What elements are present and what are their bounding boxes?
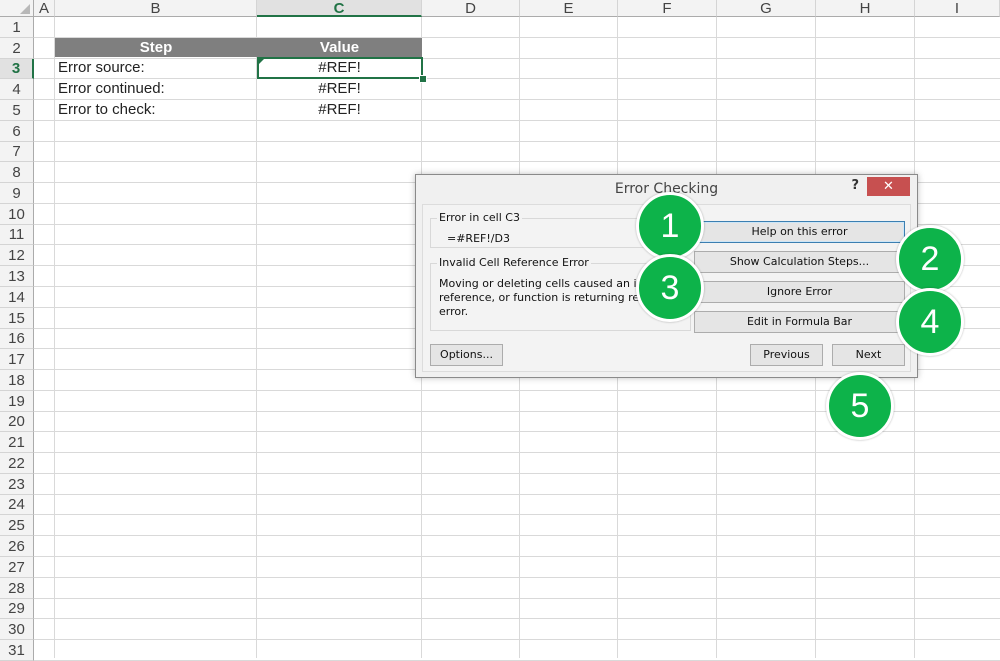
row-gridline [34, 639, 1000, 640]
error-formula: =#REF!/D3 [447, 232, 510, 245]
row-header-15[interactable]: 15 [0, 308, 34, 329]
error-type-label: Invalid Cell Reference Error [437, 256, 591, 269]
row-gridline [34, 120, 1000, 121]
row-header-24[interactable]: 24 [0, 495, 34, 515]
column-header-i[interactable]: I [915, 0, 1000, 17]
callout-badge-1: 1 [636, 192, 704, 260]
column-header-c[interactable]: C [257, 0, 422, 17]
row-header-5[interactable]: 5 [0, 100, 34, 121]
row-gridline [34, 494, 1000, 495]
row-header-21[interactable]: 21 [0, 432, 34, 453]
row-header-6[interactable]: 6 [0, 121, 34, 142]
options-button[interactable]: Options... [430, 344, 503, 366]
callout-badge-5: 5 [826, 372, 894, 440]
row-header-13[interactable]: 13 [0, 266, 34, 287]
row-gridline [34, 141, 1000, 142]
row-header-4[interactable]: 4 [0, 79, 34, 100]
row-gridline [34, 577, 1000, 578]
row-header-29[interactable]: 29 [0, 599, 34, 619]
row-header-10[interactable]: 10 [0, 204, 34, 225]
error-indicator-icon[interactable] [259, 59, 264, 64]
cell-b5[interactable]: Error to check: [58, 100, 256, 120]
row-header-7[interactable]: 7 [0, 142, 34, 162]
fill-handle[interactable] [419, 75, 427, 83]
active-cell-border [257, 57, 423, 79]
row-header-30[interactable]: 30 [0, 619, 34, 640]
row-header-17[interactable]: 17 [0, 349, 34, 370]
desc-line-1: Moving or deleting cells caused an inval… [439, 277, 639, 290]
close-icon[interactable]: ✕ [867, 177, 910, 196]
row-header-26[interactable]: 26 [0, 536, 34, 557]
row-header-2[interactable]: 2 [0, 38, 34, 59]
error-cell-label: Error in cell C3 [437, 211, 522, 224]
row-gridline [34, 618, 1000, 619]
callout-badge-2: 2 [896, 225, 964, 293]
row-gridline [34, 598, 1000, 599]
column-header-f[interactable]: F [618, 0, 717, 17]
row-header-1[interactable]: 1 [0, 17, 34, 38]
ignore-error-button[interactable]: Ignore Error [694, 281, 905, 303]
previous-button[interactable]: Previous [750, 344, 823, 366]
header-step[interactable]: Step [55, 38, 257, 57]
row-header-20[interactable]: 20 [0, 412, 34, 432]
row-header-9[interactable]: 9 [0, 183, 34, 204]
row-header-27[interactable]: 27 [0, 557, 34, 578]
row-gridline [34, 452, 1000, 453]
row-header-25[interactable]: 25 [0, 515, 34, 536]
cell-c4[interactable]: #REF! [257, 79, 422, 99]
cell-c5[interactable]: #REF! [257, 100, 422, 120]
row-header-18[interactable]: 18 [0, 370, 34, 391]
row-header-22[interactable]: 22 [0, 453, 34, 474]
row-header-16[interactable]: 16 [0, 329, 34, 349]
desc-line-2: reference, or function is returning refe… [439, 291, 639, 304]
column-header-d[interactable]: D [422, 0, 520, 17]
column-header-e[interactable]: E [520, 0, 618, 17]
row-gridline [34, 514, 1000, 515]
row-header-12[interactable]: 12 [0, 245, 34, 266]
column-header-a[interactable]: A [34, 0, 55, 17]
row-header-28[interactable]: 28 [0, 578, 34, 599]
error-description: Moving or deleting cells caused an inval… [439, 277, 639, 319]
help-icon[interactable]: ? [851, 178, 859, 193]
cell-b3[interactable]: Error source: [58, 58, 256, 78]
select-all-corner[interactable] [0, 0, 34, 17]
callout-badge-3: 3 [636, 254, 704, 322]
column-header-h[interactable]: H [816, 0, 915, 17]
row-header-8[interactable]: 8 [0, 162, 34, 183]
row-gridline [34, 556, 1000, 557]
row-header-11[interactable]: 11 [0, 225, 34, 245]
row-gridline [34, 473, 1000, 474]
row-header-3[interactable]: 3 [0, 59, 34, 79]
callout-badge-4: 4 [896, 288, 964, 356]
row-gridline [34, 161, 1000, 162]
column-header-b[interactable]: B [55, 0, 257, 17]
next-button[interactable]: Next [832, 344, 905, 366]
row-gridline [34, 535, 1000, 536]
column-header-g[interactable]: G [717, 0, 816, 17]
desc-line-3: error. [439, 305, 469, 318]
row-header-19[interactable]: 19 [0, 391, 34, 412]
cell-b4[interactable]: Error continued: [58, 79, 256, 99]
header-value[interactable]: Value [257, 38, 422, 57]
help-on-error-button[interactable]: Help on this error [694, 221, 905, 243]
show-calculation-steps-button[interactable]: Show Calculation Steps... [694, 251, 905, 273]
row-header-14[interactable]: 14 [0, 287, 34, 308]
row-header-23[interactable]: 23 [0, 474, 34, 495]
edit-in-formula-bar-button[interactable]: Edit in Formula Bar [694, 311, 905, 333]
